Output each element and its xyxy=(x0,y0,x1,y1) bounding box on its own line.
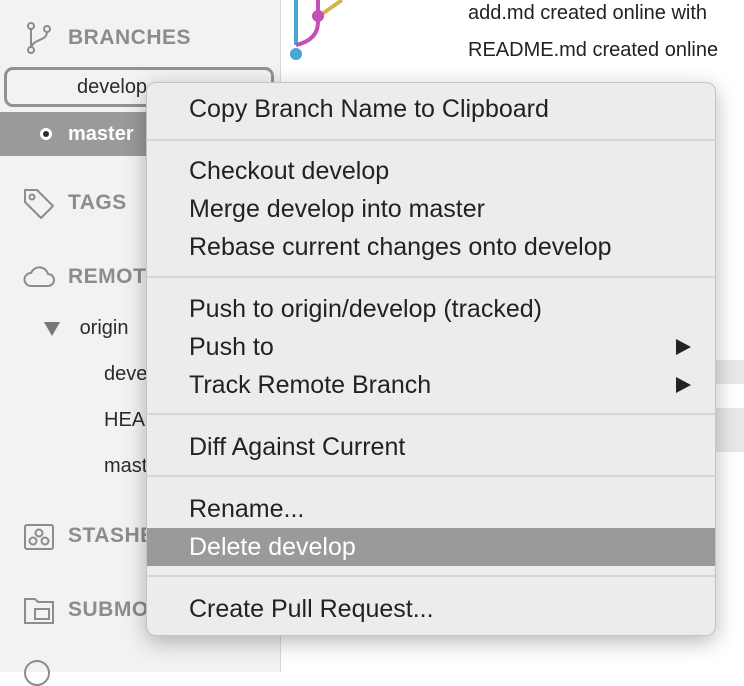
menu-item-diff[interactable]: Diff Against Current xyxy=(147,428,715,466)
menu-item-push-to[interactable]: Push to xyxy=(147,328,715,366)
menu-item-push-tracked[interactable]: Push to origin/develop (tracked) xyxy=(147,290,715,328)
menu-separator xyxy=(147,413,715,415)
menu-separator xyxy=(147,575,715,577)
menu-item-label: Rebase current changes onto develop xyxy=(189,232,612,261)
menu-item-label: Copy Branch Name to Clipboard xyxy=(189,94,549,123)
menu-item-rename[interactable]: Rename... xyxy=(147,490,715,528)
menu-item-checkout[interactable]: Checkout develop xyxy=(147,152,715,190)
menu-item-rebase[interactable]: Rebase current changes onto develop xyxy=(147,228,715,266)
menu-item-create-pull-request[interactable]: Create Pull Request... xyxy=(147,590,715,628)
commit-message: README.md created online xyxy=(468,39,719,61)
commit-graph xyxy=(290,0,344,60)
menu-item-label: Checkout develop xyxy=(189,156,390,185)
menu-item-merge[interactable]: Merge develop into master xyxy=(147,190,715,228)
branch-icon xyxy=(27,22,51,54)
stash-icon xyxy=(24,524,54,550)
commit-message: add.md created online with xyxy=(468,2,708,24)
submenu-arrow-icon xyxy=(676,339,691,355)
menu-item-label: Delete develop xyxy=(189,532,356,561)
commit-row[interactable]: README.md created online xyxy=(468,39,718,62)
branches-section-header[interactable]: BRANCHES xyxy=(22,18,191,58)
submodule-icon xyxy=(24,598,54,624)
menu-separator xyxy=(147,475,715,477)
branch-label: develop xyxy=(77,75,148,98)
current-branch-indicator-icon xyxy=(40,128,52,140)
disclosure-triangle-icon xyxy=(44,321,60,336)
remote-origin[interactable]: origin xyxy=(44,317,128,340)
branch-context-menu: Copy Branch Name to Clipboard Checkout d… xyxy=(146,82,716,636)
tags-section-header[interactable]: TAGS xyxy=(22,183,127,223)
graph-line-gold xyxy=(320,0,344,16)
tags-header-label: TAGS xyxy=(68,191,127,214)
menu-item-label: Create Pull Request... xyxy=(189,594,434,623)
commit-node[interactable] xyxy=(290,48,302,60)
menu-item-copy-branch-name[interactable]: Copy Branch Name to Clipboard xyxy=(147,90,715,128)
menu-item-label: Track Remote Branch xyxy=(189,370,432,399)
remote-label: origin xyxy=(79,317,129,339)
menu-separator xyxy=(147,139,715,141)
menu-item-label: Diff Against Current xyxy=(189,432,406,461)
menu-item-track-remote[interactable]: Track Remote Branch xyxy=(147,366,715,404)
branches-header-label: BRANCHES xyxy=(68,26,192,49)
menu-separator xyxy=(147,276,715,278)
commit-row[interactable]: add.md created online with xyxy=(468,2,707,25)
graph-line-magenta xyxy=(295,0,320,47)
commit-node[interactable] xyxy=(312,10,324,22)
menu-item-label: Merge develop into master xyxy=(189,194,485,223)
branch-label: master xyxy=(68,122,134,145)
menu-item-label: Rename... xyxy=(189,494,305,523)
search-icon[interactable] xyxy=(24,660,50,686)
cloud-icon xyxy=(23,266,55,287)
menu-item-delete[interactable]: Delete develop xyxy=(147,528,715,566)
menu-item-label: Push to origin/develop (tracked) xyxy=(189,294,542,323)
tag-icon xyxy=(24,189,54,219)
menu-item-label: Push to xyxy=(189,332,274,361)
submenu-arrow-icon xyxy=(676,377,691,393)
